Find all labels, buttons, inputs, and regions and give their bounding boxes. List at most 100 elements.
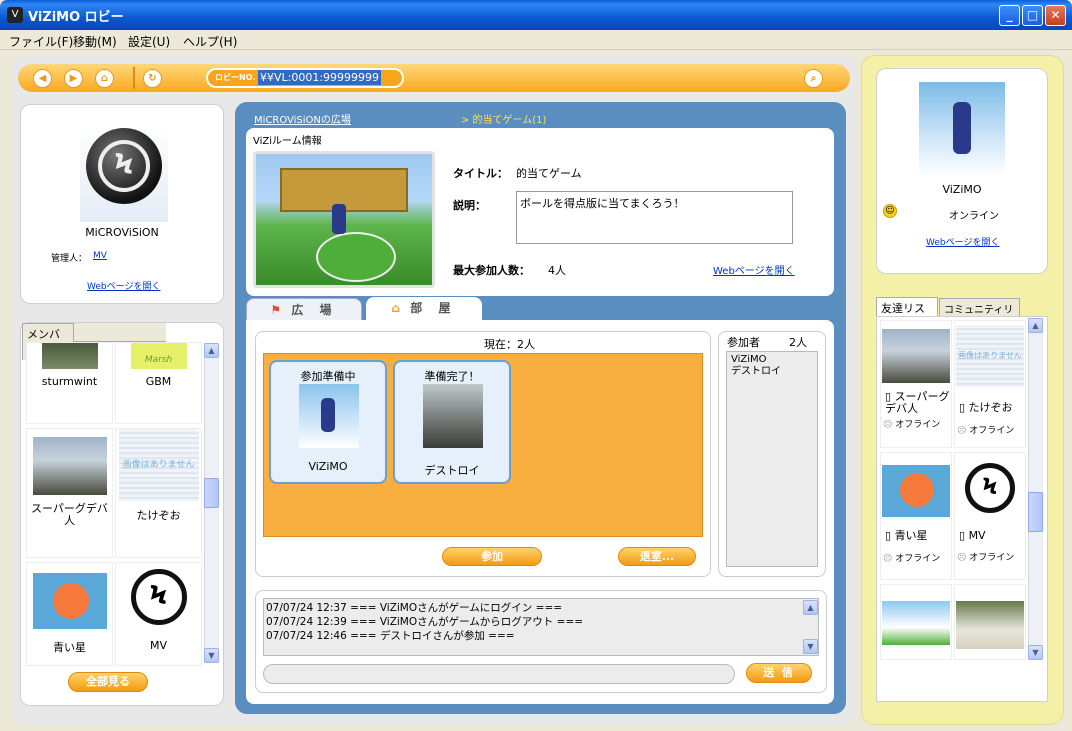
participant-item[interactable]: ViZiMO [731, 354, 813, 366]
friends-scroll-up-icon[interactable]: ▲ [1028, 318, 1043, 333]
menu-help[interactable]: ヘルプ(H) [183, 33, 237, 50]
join-button[interactable]: 参加 [442, 547, 542, 566]
friends-scrollbar[interactable] [1028, 318, 1043, 660]
friend-thumb [956, 601, 1024, 649]
member-cell[interactable]: Ϟ MV [115, 562, 202, 666]
profile-name: ViZiMO [942, 183, 982, 196]
member-cell[interactable]: 青い星 [26, 562, 113, 666]
friend-cell[interactable]: ▯ 青い星 ☹ オフライン [880, 452, 952, 580]
microvision-logo-icon: Ϟ [130, 569, 187, 625]
member-thumb [32, 437, 107, 495]
participants-count: 2人 [789, 336, 807, 349]
breadcrumb-current: > 的当てゲーム(1) [461, 115, 547, 126]
player-card[interactable]: 準備完了！ デストロイ [393, 360, 511, 484]
room-web-link[interactable]: Webページを開く [713, 262, 795, 277]
chat-log[interactable]: 07/07/24 12:37 === ViZiMOさんがゲームにログイン ===… [263, 598, 819, 656]
member-cell[interactable]: スーパーグデバ人 [26, 428, 113, 558]
forward-icon[interactable]: ▶ [64, 69, 83, 88]
close-button[interactable]: ✕ [1045, 5, 1066, 26]
friend-thumb [882, 601, 950, 645]
participants-list[interactable]: ViZiMO デストロイ [726, 351, 818, 567]
tab-plaza[interactable]: ⚑ 広 場 [246, 298, 362, 322]
tab-spacer [74, 323, 166, 342]
refresh-icon[interactable]: ↻ [143, 69, 162, 88]
chat-line: 07/07/24 12:37 === ViZiMOさんがゲームにログイン === [266, 602, 563, 614]
participant-item[interactable]: デストロイ [731, 366, 813, 378]
chat-scroll-down-icon[interactable]: ▼ [803, 639, 818, 654]
search-icon[interactable]: ⌕ [804, 69, 823, 88]
profile-web-link[interactable]: Webページを開く [926, 235, 999, 248]
room-info-title: ViZiルーム情報 [253, 136, 322, 147]
house-icon: ⌂ [391, 301, 401, 315]
owner-web-link[interactable]: Webページを開く [87, 279, 160, 292]
map-pin-icon: ⚑ [270, 303, 282, 317]
send-button[interactable]: 送 信 [746, 663, 812, 683]
chat-line: 07/07/24 12:46 === デストロイさんが参加 === [266, 630, 515, 642]
friend-cell[interactable]: Ϟ ▯ MV ☹ オフライン [954, 452, 1026, 580]
member-grid: sturmwint Marsh GBM スーパーグデバ人 画像はありません たけ… [26, 342, 203, 666]
nav-divider [133, 67, 135, 89]
tab-room[interactable]: ⌂ 部 屋 [366, 297, 482, 322]
max-players-value: 4人 [548, 264, 566, 277]
member-name: たけぞお [136, 509, 181, 522]
friends-scroll-thumb[interactable] [1028, 492, 1043, 532]
window-title: ViZiMO ロビー [28, 10, 124, 25]
back-icon[interactable]: ◀ [33, 69, 52, 88]
friend-cell[interactable]: ▯ スーパーグデバ人 ☹ オフライン [880, 320, 952, 448]
member-thumb [32, 573, 107, 629]
maximize-button[interactable]: □ [1022, 5, 1043, 26]
owner-name: MiCROViSiON [85, 226, 159, 239]
microvision-logo-icon: Ϟ [86, 128, 162, 204]
friends-scroll-down-icon[interactable]: ▼ [1028, 645, 1043, 660]
member-name: スーパーグデバ人 [31, 502, 108, 527]
member-name: MV [149, 639, 167, 652]
friend-status: オフライン [895, 420, 941, 430]
blue-star-face-icon [900, 473, 934, 507]
member-cell[interactable]: Marsh GBM [115, 342, 202, 424]
friend-name: スーパーグデバ人 [885, 390, 950, 415]
mobile-phone-icon: ▯ [885, 529, 892, 542]
friend-cell[interactable] [954, 584, 1026, 660]
friend-status: オフライン [969, 426, 1015, 436]
leave-room-button[interactable]: 退室... [618, 547, 696, 566]
member-cell[interactable]: sturmwint [26, 342, 113, 424]
breadcrumb-plaza-link[interactable]: MiCROViSiONの広場 [254, 111, 351, 126]
chat-scroll-up-icon[interactable]: ▲ [803, 600, 818, 615]
menu-file[interactable]: ファイル(F) [9, 33, 73, 50]
menu-settings[interactable]: 設定(U) [128, 33, 170, 50]
menu-move[interactable]: 移動(M) [73, 33, 117, 50]
player-avatar [299, 384, 359, 448]
chat-input[interactable] [263, 664, 735, 684]
friends-grid: ▯ スーパーグデバ人 ☹ オフライン 画像はありません ▯ たけぞお ☹ オフラ… [880, 320, 1026, 660]
blue-star-face-icon [52, 583, 89, 619]
scroll-down-icon[interactable]: ▼ [204, 648, 219, 663]
lobby-number-value[interactable]: ¥¥VL:0001:99999999 [258, 70, 382, 85]
avatar-icon [332, 204, 346, 234]
admin-name-link[interactable]: MV [93, 251, 107, 261]
friend-name: MV [968, 529, 986, 542]
member-scroll-thumb[interactable] [204, 478, 219, 508]
tab-plaza-label: 広 場 [291, 303, 338, 317]
member-name: sturmwint [41, 375, 98, 388]
description-field[interactable]: ボールを得点版に当てまくろう！ [516, 191, 793, 244]
title-bar [0, 0, 1072, 30]
home-icon[interactable]: ⌂ [95, 69, 114, 88]
vizimo-app-icon[interactable]: V [7, 7, 23, 23]
member-cell[interactable]: 画像はありません たけぞお [115, 428, 202, 558]
show-all-button[interactable]: 全部見る [68, 672, 148, 692]
chat-line: 07/07/24 12:39 === ViZiMOさんがゲームからログアウト =… [266, 616, 584, 628]
member-thumb: Marsh [130, 343, 187, 369]
avatar-icon [321, 398, 335, 432]
menu-bar: ファイル(F) 移動(M) 設定(U) ヘルプ(H) [0, 30, 1072, 50]
friend-cell[interactable] [880, 584, 952, 660]
minimize-button[interactable]: _ [999, 5, 1020, 26]
scroll-up-icon[interactable]: ▲ [204, 343, 219, 358]
friend-cell[interactable]: 画像はありません ▯ たけぞお ☹ オフライン [954, 320, 1026, 448]
offline-face-icon: ☹ [957, 426, 967, 436]
offline-face-icon: ☹ [883, 420, 893, 430]
admin-label: 管理人： [51, 254, 88, 264]
current-count: 現在：2人 [484, 338, 535, 351]
offline-face-icon: ☹ [883, 554, 893, 564]
player-card[interactable]: 参加準備中 ViZiMO [269, 360, 387, 484]
title-value: 的当てゲーム [516, 167, 582, 180]
